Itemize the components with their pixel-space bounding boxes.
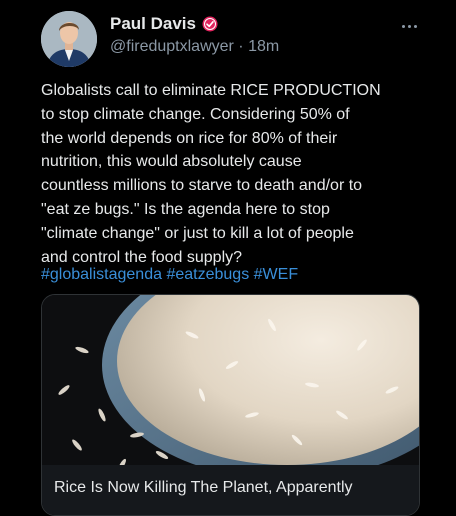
tweet-line: "eat ze bugs." Is the agenda here to sto…	[41, 200, 330, 218]
tweet-line: the world depends on rice for 80% of the…	[41, 129, 338, 147]
meta-separator: ·	[238, 38, 244, 55]
tweet-line: Globalists call to eliminate RICE PRODUC…	[41, 82, 381, 99]
more-options-icon[interactable]	[396, 18, 422, 34]
author-handle[interactable]: @fireduptxlawyer	[110, 38, 234, 55]
hashtag-link[interactable]: #WEF	[254, 266, 298, 283]
hashtags: #globalistagenda #eatzebugs #WEF	[41, 266, 298, 284]
avatar-photo	[41, 11, 97, 67]
tweet-line: to stop climate change. Considering 50% …	[41, 105, 350, 123]
hashtag-link[interactable]: #globalistagenda	[41, 266, 162, 283]
tweet-line: nutrition, this would absolutely cause	[41, 153, 302, 171]
tweet-line: countless millions to starve to death an…	[41, 177, 363, 195]
hashtag-link[interactable]: #eatzebugs	[166, 266, 249, 283]
tweet-text: Globalists call to eliminate RICE PRODUC…	[41, 79, 441, 269]
avatar[interactable]	[41, 11, 97, 67]
author-meta: @fireduptxlawyer · 18m	[110, 38, 279, 56]
author-name[interactable]: Paul Davis	[110, 14, 196, 34]
link-card-title[interactable]: Rice Is Now Killing The Planet, Apparent…	[54, 479, 353, 497]
verified-badge-icon	[202, 16, 218, 32]
link-card[interactable]: Rice Is Now Killing The Planet, Apparent…	[41, 294, 420, 516]
author-name-row: Paul Davis	[110, 14, 218, 34]
tweet: Paul Davis @fireduptxlawyer · 18m Global…	[0, 0, 456, 516]
post-time[interactable]: 18m	[248, 38, 279, 55]
tweet-line: "climate change" or just to kill a lot o…	[41, 224, 354, 242]
